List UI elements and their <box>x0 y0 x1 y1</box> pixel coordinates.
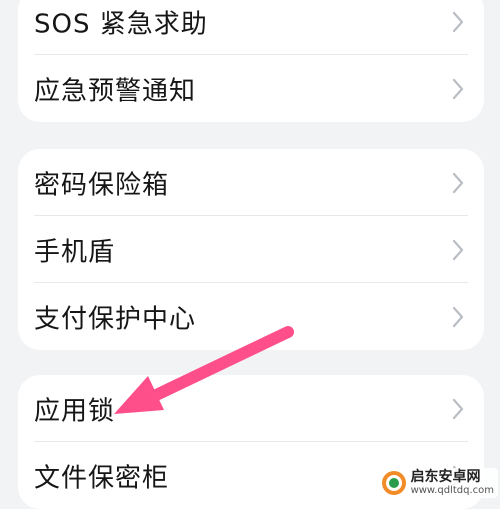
chevron-right-icon <box>452 398 464 419</box>
password-vault-item[interactable]: 密码保险箱 <box>18 149 484 216</box>
item-label: 手机盾 <box>34 237 116 267</box>
item-label: 应用锁 <box>34 396 116 426</box>
emergency-alert-item[interactable]: 应急预警通知 <box>18 55 484 122</box>
settings-group-emergency: SOS 紧急求助 应急预警通知 <box>18 0 484 122</box>
item-label: 文件保密柜 <box>34 463 170 493</box>
item-label: 密码保险箱 <box>34 170 170 200</box>
chevron-right-icon <box>452 172 464 193</box>
payment-protection-item[interactable]: 支付保护中心 <box>18 283 484 350</box>
chevron-right-icon <box>452 78 464 99</box>
watermark-logo-icon <box>381 471 406 495</box>
chevron-right-icon <box>452 11 464 32</box>
settings-group-security: 密码保险箱 手机盾 支付保护中心 <box>18 149 484 350</box>
item-label: 应急预警通知 <box>34 76 197 106</box>
sos-emergency-item[interactable]: SOS 紧急求助 <box>18 0 484 55</box>
watermark: 启东安卓网 www.qdltdq.com <box>378 468 498 498</box>
watermark-url: www.qdltdq.com <box>410 485 494 496</box>
chevron-right-icon <box>452 306 464 327</box>
watermark-title: 启东安卓网 <box>410 469 481 485</box>
phone-shield-item[interactable]: 手机盾 <box>18 216 484 283</box>
item-label: 支付保护中心 <box>34 304 197 334</box>
chevron-right-icon <box>452 239 464 260</box>
app-lock-item[interactable]: 应用锁 <box>18 375 484 442</box>
item-label: SOS 紧急求助 <box>34 9 208 39</box>
